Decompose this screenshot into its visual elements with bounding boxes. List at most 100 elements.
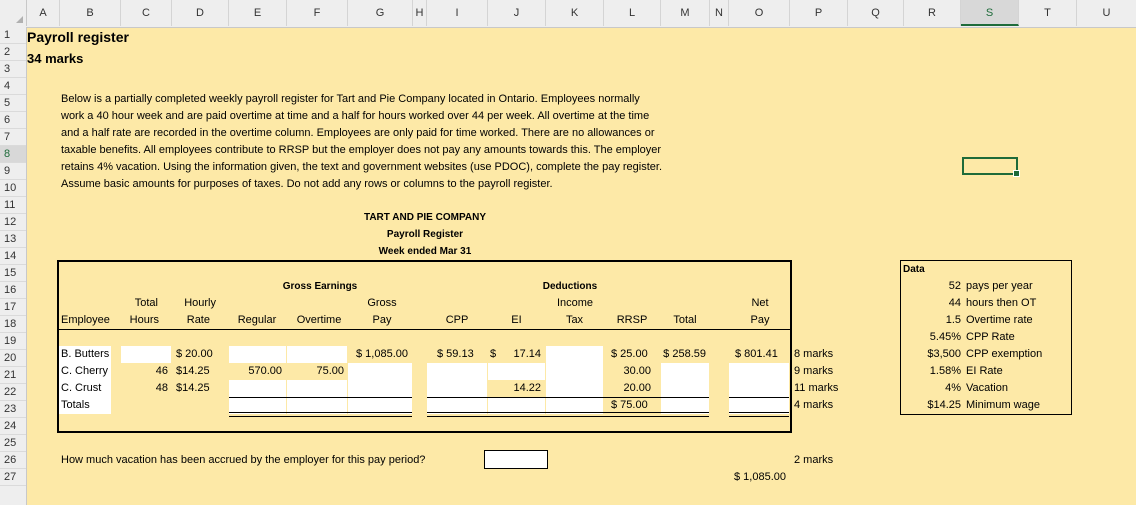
input-cell[interactable]: [546, 363, 603, 380]
cpp-cell[interactable]: $ 59.13: [437, 346, 474, 363]
gross-pay-cell[interactable]: $ 1,085.00: [348, 346, 408, 363]
row-header[interactable]: 2: [0, 44, 26, 61]
input-cell[interactable]: [488, 363, 545, 380]
col-header-e[interactable]: E: [229, 0, 287, 26]
input-cell[interactable]: [546, 346, 603, 363]
row-header[interactable]: 21: [0, 367, 26, 384]
total-header: Total: [134, 297, 158, 309]
col-header-m[interactable]: M: [661, 0, 710, 26]
select-all-corner[interactable]: [0, 0, 27, 26]
row-header[interactable]: 1: [0, 27, 26, 44]
col-header-n[interactable]: N: [710, 0, 729, 26]
input-cell[interactable]: [287, 346, 347, 363]
col-header-c[interactable]: C: [121, 0, 172, 26]
rate-cell[interactable]: $ 20.00: [176, 346, 213, 363]
col-header-p[interactable]: P: [790, 0, 848, 26]
input-cell[interactable]: [427, 380, 487, 397]
input-cell[interactable]: [661, 363, 709, 380]
row-header[interactable]: 6: [0, 112, 26, 129]
col-header-t[interactable]: T: [1019, 0, 1077, 26]
row-header[interactable]: 13: [0, 231, 26, 248]
employee-name[interactable]: C. Crust: [61, 380, 101, 397]
input-cell[interactable]: [287, 380, 347, 397]
row-header[interactable]: 5: [0, 95, 26, 112]
total-deductions-cell[interactable]: $ 258.59: [661, 346, 706, 363]
row-header[interactable]: 18: [0, 316, 26, 333]
row-header[interactable]: 20: [0, 350, 26, 367]
col-header-a[interactable]: A: [27, 0, 60, 26]
marks-label: 8 marks: [794, 348, 834, 360]
sheet-title: Payroll register: [27, 29, 129, 45]
overtime-cell[interactable]: 75.00: [287, 363, 344, 380]
row-header[interactable]: 24: [0, 418, 26, 435]
row-header[interactable]: 25: [0, 435, 26, 452]
row-header[interactable]: 11: [0, 197, 26, 214]
col-header-j[interactable]: J: [488, 0, 546, 26]
col-header-h[interactable]: H: [413, 0, 427, 26]
row-header[interactable]: 12: [0, 214, 26, 231]
row-header[interactable]: 15: [0, 265, 26, 282]
row-header-selected[interactable]: 8: [0, 146, 26, 163]
col-header-o[interactable]: O: [729, 0, 790, 26]
col-header-d[interactable]: D: [172, 0, 229, 26]
input-cell[interactable]: [348, 380, 412, 397]
ei-cell[interactable]: 17.14: [488, 346, 541, 363]
answer-value[interactable]: $ 1,085.00: [734, 469, 786, 486]
row-header[interactable]: 14: [0, 248, 26, 265]
input-cell[interactable]: [427, 363, 487, 380]
hours-cell[interactable]: 46: [121, 363, 168, 380]
col-header-k[interactable]: K: [546, 0, 604, 26]
vacation-answer-input[interactable]: [484, 450, 548, 469]
col-header-s[interactable]: S: [961, 0, 1019, 26]
input-cell[interactable]: [729, 380, 789, 397]
col-header-r[interactable]: R: [904, 0, 961, 26]
active-cell-s8[interactable]: [962, 157, 1020, 177]
row-header[interactable]: 22: [0, 384, 26, 401]
row-header[interactable]: 10: [0, 180, 26, 197]
net-pay-cell[interactable]: $ 801.41: [735, 346, 778, 363]
hours-cell[interactable]: 48: [121, 380, 168, 397]
rate-cell[interactable]: $14.25: [176, 363, 210, 380]
col-header-q[interactable]: Q: [848, 0, 904, 26]
row-header-bar: 1 2 3 4 5 6 7 8 9 10 11 12 13 14 15 16 1…: [0, 27, 27, 505]
col-header-u[interactable]: U: [1077, 0, 1136, 26]
pay-header: Pay: [372, 314, 392, 326]
input-cell[interactable]: [229, 380, 286, 397]
row-header[interactable]: 26: [0, 452, 26, 469]
data-label: Vacation: [966, 382, 1008, 394]
ei-cell[interactable]: 14.22: [488, 380, 541, 397]
row-header[interactable]: 16: [0, 282, 26, 299]
row-header[interactable]: 23: [0, 401, 26, 418]
input-cell[interactable]: [729, 363, 789, 380]
employee-name[interactable]: C. Cherry: [61, 363, 108, 380]
input-cell[interactable]: [121, 346, 171, 363]
row-header[interactable]: 17: [0, 299, 26, 316]
rrsp-cell[interactable]: 20.00: [604, 380, 651, 397]
row-header[interactable]: 9: [0, 163, 26, 180]
employee-name[interactable]: B. Butters: [61, 346, 109, 363]
rate-cell[interactable]: $14.25: [176, 380, 210, 397]
row-header[interactable]: 27: [0, 469, 26, 486]
col-header-f[interactable]: F: [287, 0, 348, 26]
input-cell[interactable]: [348, 363, 412, 380]
net-header: Net: [751, 297, 769, 309]
col-header-i[interactable]: I: [427, 0, 488, 26]
rrsp-cell[interactable]: 30.00: [604, 363, 651, 380]
col-header-b[interactable]: B: [60, 0, 121, 26]
rrsp-total-cell[interactable]: $ 75.00: [611, 397, 648, 414]
row-header[interactable]: 7: [0, 129, 26, 146]
data-value: 44: [948, 297, 961, 309]
row-header[interactable]: 3: [0, 61, 26, 78]
totals-double-line: [427, 412, 709, 417]
col-header-l[interactable]: L: [604, 0, 661, 26]
data-value: 4%: [945, 382, 961, 394]
input-cell[interactable]: [661, 380, 709, 397]
input-cell[interactable]: [229, 346, 286, 363]
row-header[interactable]: 4: [0, 78, 26, 95]
col-header-g[interactable]: G: [348, 0, 413, 26]
input-cell[interactable]: [546, 380, 603, 397]
row-header[interactable]: 19: [0, 333, 26, 350]
rrsp-cell[interactable]: $ 25.00: [611, 346, 648, 363]
register-title: Payroll Register: [386, 229, 464, 240]
regular-cell[interactable]: 570.00: [229, 363, 282, 380]
